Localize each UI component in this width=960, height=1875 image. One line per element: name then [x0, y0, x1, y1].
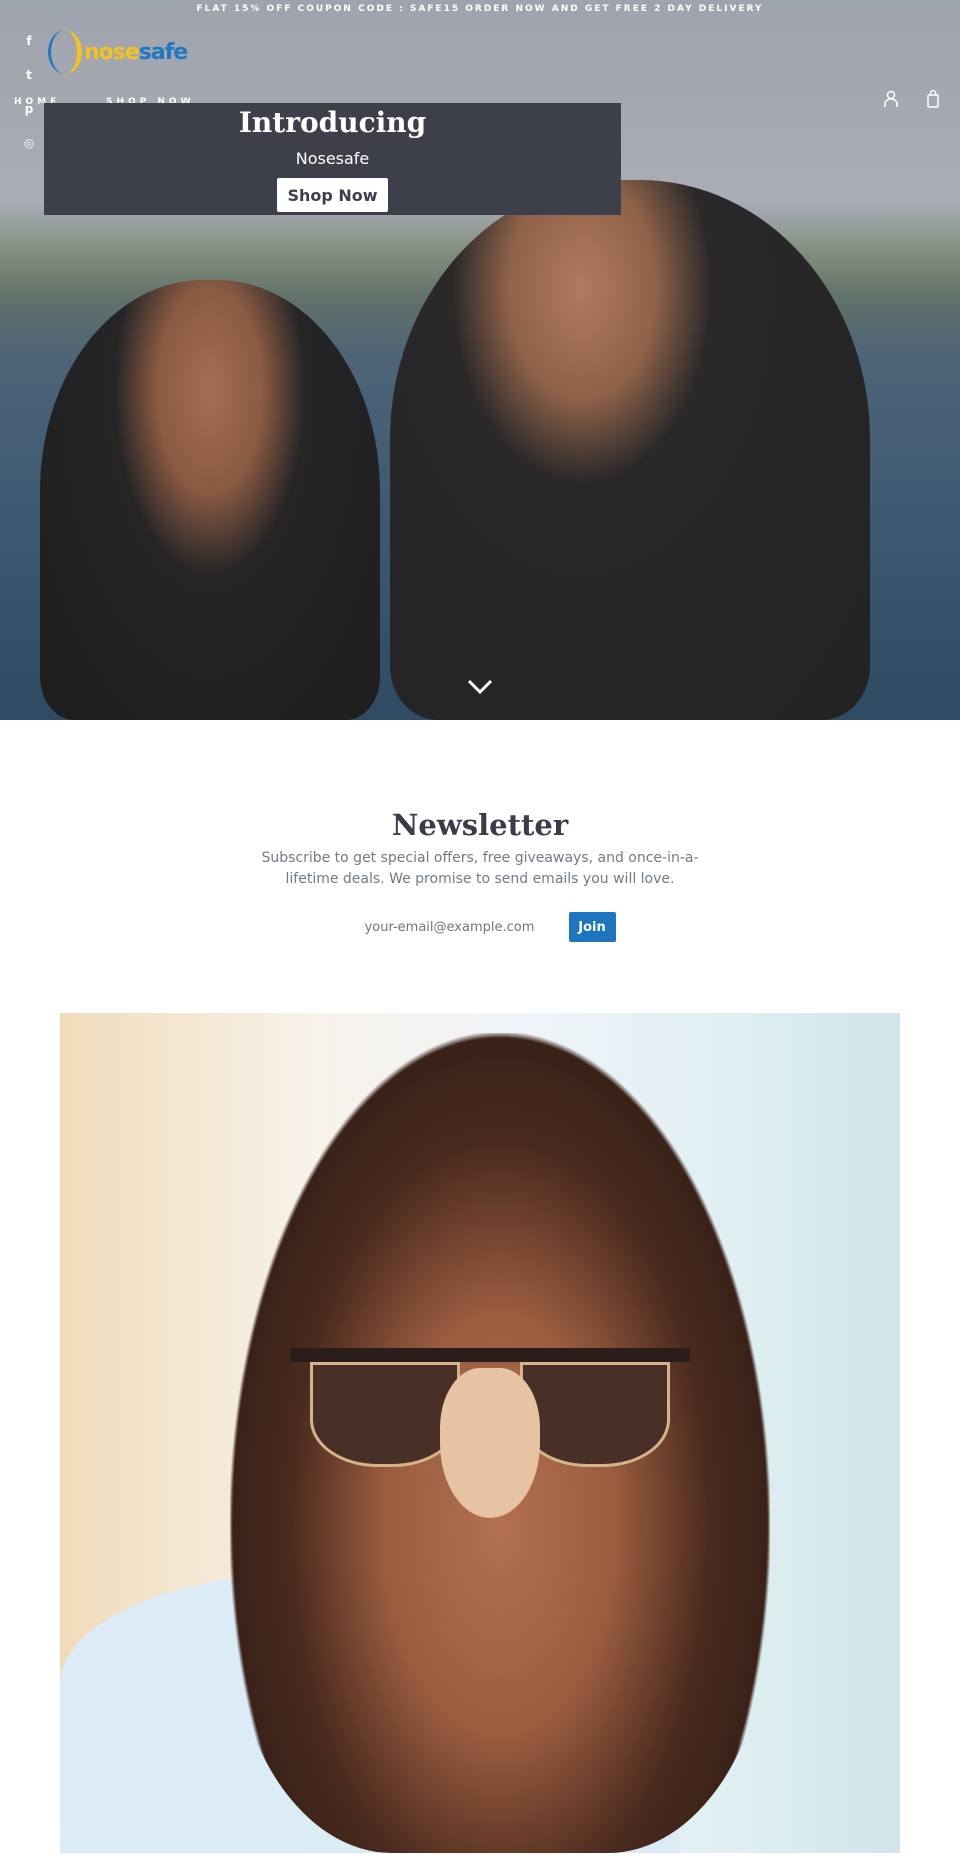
- shop-now-button[interactable]: Shop Now: [277, 178, 388, 212]
- newsletter-description: Subscribe to get special offers, free gi…: [261, 850, 699, 887]
- facebook-icon[interactable]: f: [22, 34, 36, 48]
- chevron-down-icon[interactable]: [466, 676, 494, 696]
- email-input[interactable]: [344, 912, 555, 942]
- twitter-icon[interactable]: t: [22, 68, 36, 82]
- announcement-bar: FLAT 15% OFF COUPON CODE : SAFE15 ORDER …: [196, 4, 764, 14]
- newsletter-section: Newsletter Subscribe to get special offe…: [0, 808, 960, 942]
- cart-icon[interactable]: [924, 89, 942, 108]
- account-icon[interactable]: [882, 90, 900, 108]
- hero-title: Introducing: [238, 106, 427, 139]
- join-button[interactable]: Join: [568, 912, 616, 942]
- hero-subtitle: Nosesafe: [295, 149, 370, 168]
- hero-image-woman: [40, 280, 380, 720]
- newsletter-title: Newsletter: [391, 808, 569, 842]
- logo-text-safe: safe: [138, 39, 188, 65]
- logo-mark-icon: [48, 30, 82, 74]
- logo[interactable]: nosesafe: [48, 30, 188, 74]
- newsletter-form: Join: [0, 912, 960, 942]
- instagram-icon[interactable]: ◎: [22, 136, 36, 150]
- logo-text-nose: nose: [84, 39, 140, 65]
- product-lifestyle-image: [60, 1013, 900, 1853]
- hero-image-man: [390, 180, 870, 720]
- hero-promo-box: Introducing Nosesafe Shop Now: [44, 103, 621, 215]
